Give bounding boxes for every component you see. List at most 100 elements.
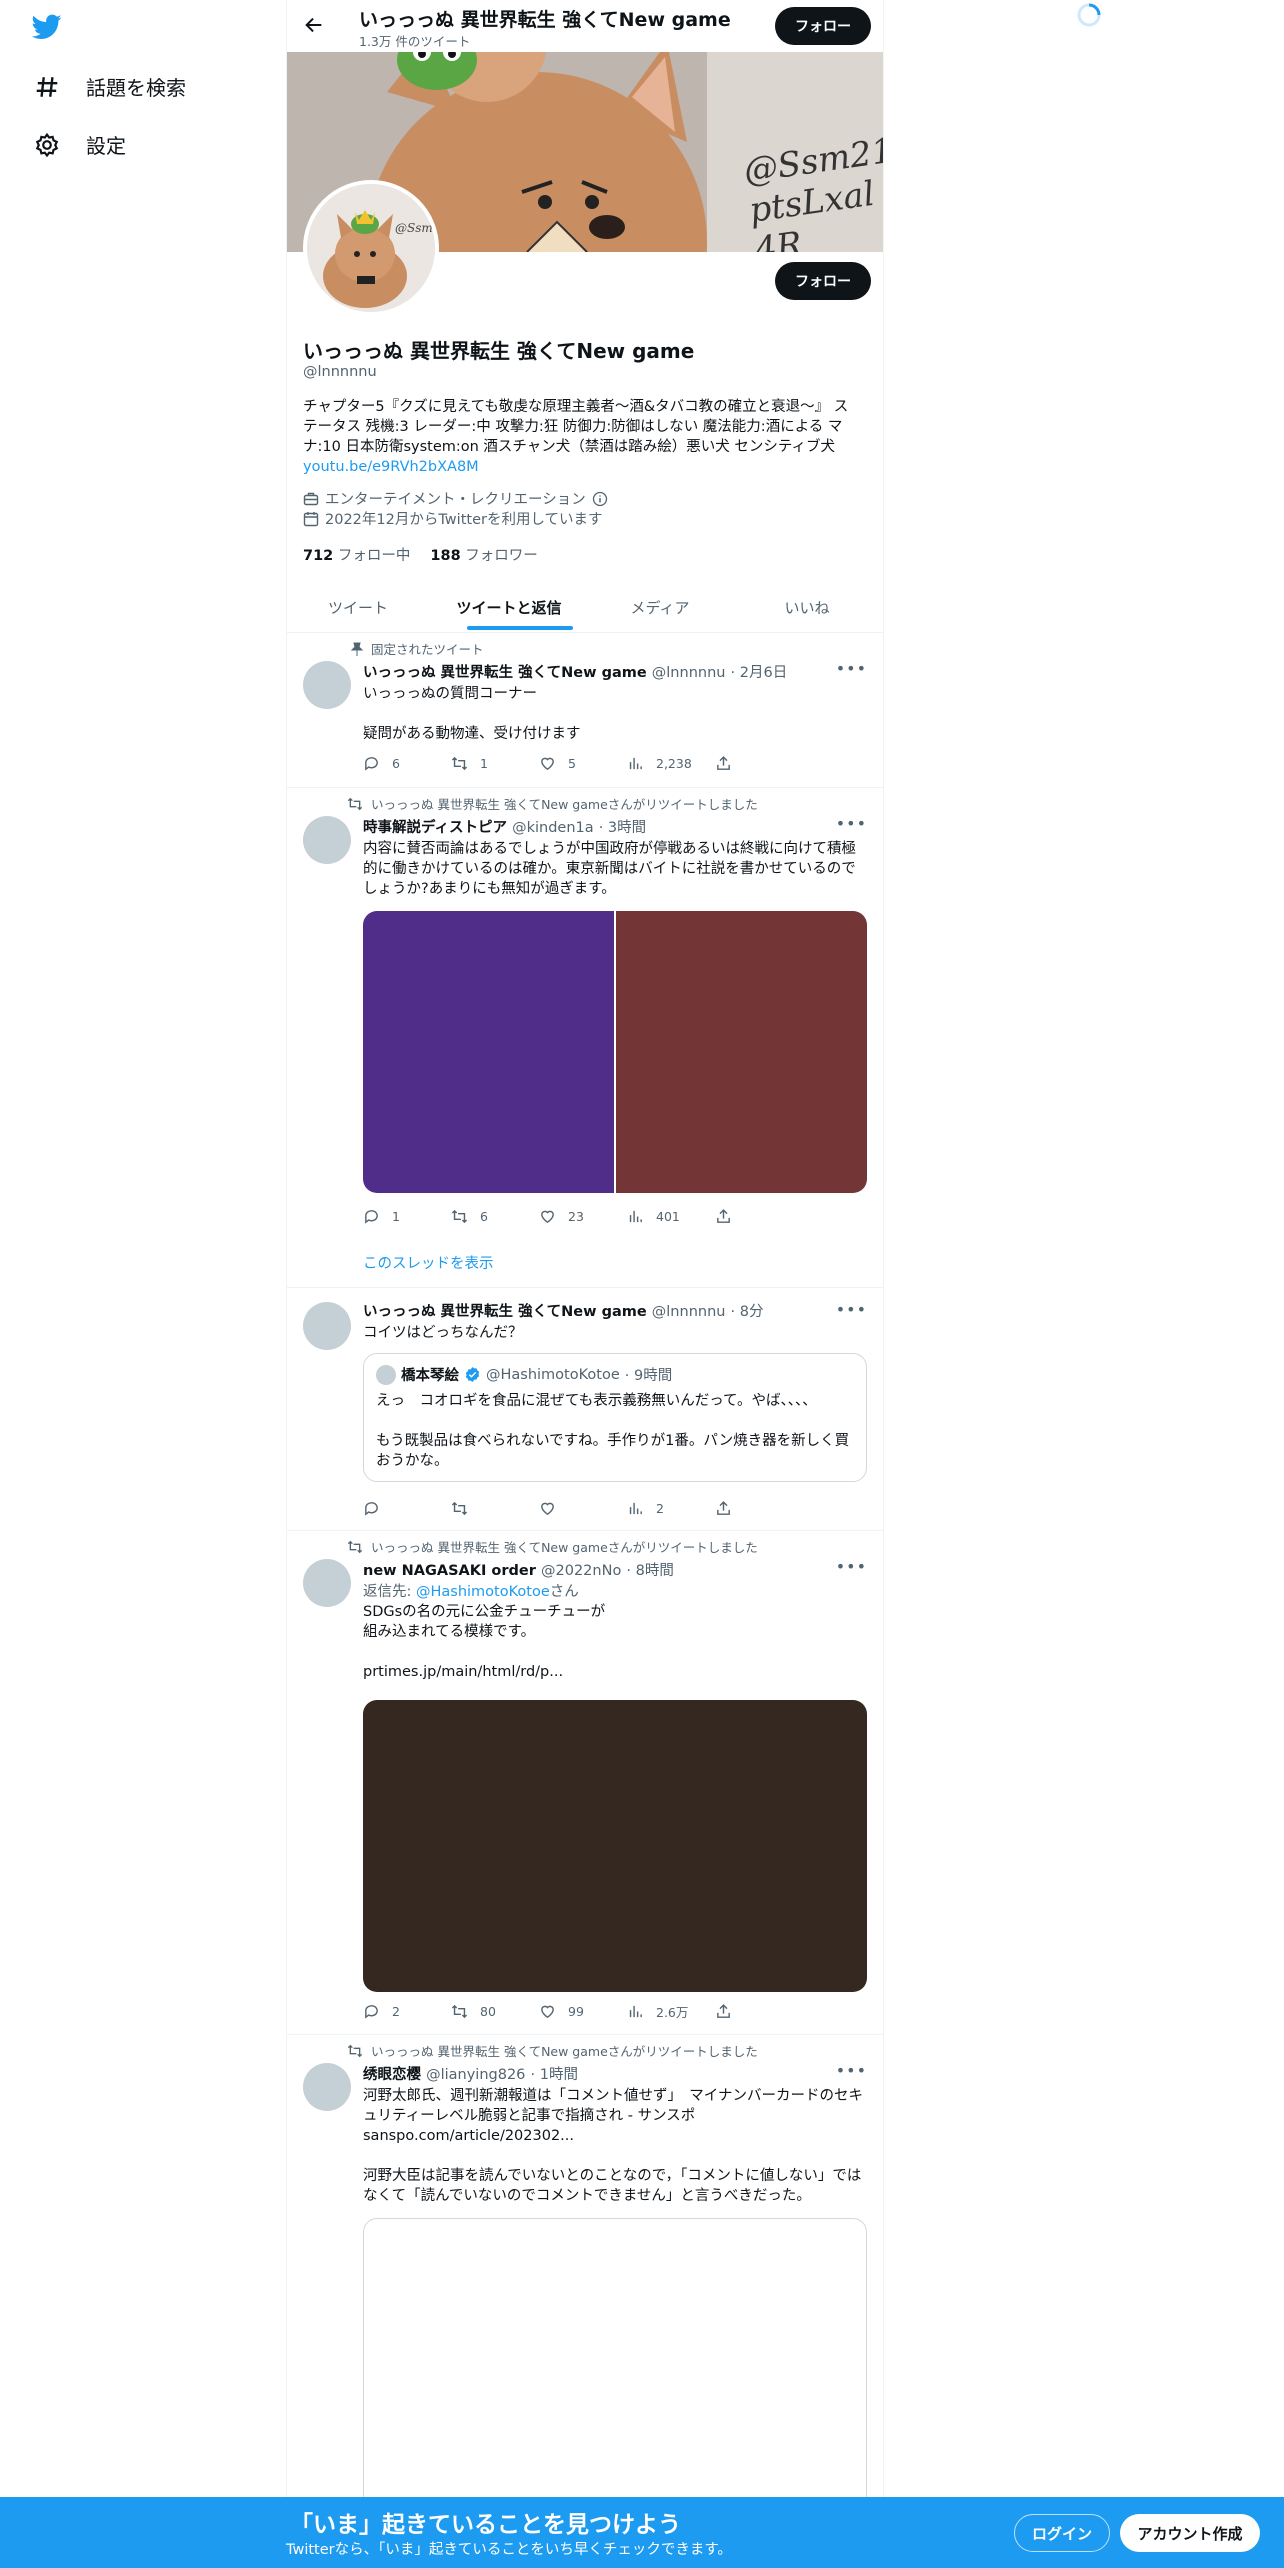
reply-to-line: 返信先: @HashimotoKotoeさん: [363, 1582, 867, 1602]
tweet[interactable]: いっっっぬ 異世界転生 強くてNew gameさんがリツイートしました ••• …: [287, 2035, 883, 2568]
avatar[interactable]: [303, 1302, 351, 1350]
info-icon[interactable]: [592, 491, 608, 507]
tweet-author-handle[interactable]: @2022nNo: [541, 1563, 621, 1579]
login-button[interactable]: ログイン: [1014, 2514, 1110, 2552]
tweet-author-handle[interactable]: @lnnnnnu: [652, 665, 726, 681]
nav-explore-label: 話題を検索: [86, 76, 186, 100]
active-tab-indicator: [467, 626, 573, 630]
avatar[interactable]: [303, 2063, 351, 2111]
tweet-time[interactable]: · 8分: [731, 1304, 764, 1320]
share-button[interactable]: [715, 1498, 803, 1518]
signup-button[interactable]: アカウント作成: [1120, 2514, 1260, 2552]
header-follow-button[interactable]: フォロー: [775, 7, 871, 45]
tweet[interactable]: いっっっぬ 異世界転生 強くてNew gameさんがリツイートしました ••• …: [287, 1531, 883, 2035]
tweet-body: いっっっぬ 異世界転生 強くてNew game @lnnnnnu · 2月6日 …: [363, 661, 867, 744]
gear-icon: [34, 132, 60, 158]
profile-avatar[interactable]: @Ssm: [303, 180, 439, 316]
tweet-author-handle[interactable]: @kinden1a: [512, 820, 594, 836]
profile-header-bar: いっっっぬ 異世界転生 強くてNew game 1.3万 件のツイート フォロー: [287, 0, 883, 52]
tweet-time[interactable]: · 8時間: [626, 1563, 673, 1579]
tweet[interactable]: いっっっぬ 異世界転生 強くてNew gameさんがリツイートしました ••• …: [287, 788, 883, 1288]
tweet-link[interactable]: sanspo.com/article/202302...: [363, 2126, 867, 2146]
tab-likes[interactable]: いいね: [731, 582, 883, 632]
hashtag-icon: [34, 74, 60, 100]
profile-name: いっっっぬ 異世界転生 強くてNew game: [303, 339, 695, 363]
share-button[interactable]: [715, 753, 803, 773]
tweet-actions: 2 80 99 2.6万: [363, 2001, 803, 2021]
nav-explore[interactable]: 話題を検索: [34, 72, 186, 101]
tweet-author-handle[interactable]: @lnnnnnu: [652, 1304, 726, 1320]
share-button[interactable]: [715, 2001, 803, 2021]
twitter-logo-icon[interactable]: [32, 14, 62, 40]
tweet-time[interactable]: · 3時間: [599, 820, 646, 836]
back-arrow-icon[interactable]: [303, 14, 325, 36]
tweet-author-handle[interactable]: @lianying826: [426, 2067, 525, 2083]
reply-button[interactable]: 2: [363, 2001, 451, 2021]
tweet-text: SDGsの名の元に公金チューチューが 組み込まれてる模様です。: [363, 1604, 606, 1640]
tab-tweets-and-replies[interactable]: ツイートと返信: [429, 582, 589, 632]
main-column: いっっっぬ 異世界転生 強くてNew game 1.3万 件のツイート フォロー…: [286, 0, 884, 2568]
reply-button[interactable]: 6: [363, 753, 451, 773]
views-button[interactable]: 2,238: [627, 753, 715, 773]
share-icon: [717, 1500, 730, 1515]
tweet-author-name[interactable]: new NAGASAKI order: [363, 1563, 536, 1579]
tweet-author-name[interactable]: 時事解説ディストピア: [363, 820, 507, 836]
tweet-time[interactable]: · 1時間: [531, 2067, 578, 2083]
tweet-text: コイツはどっちなんだ？: [363, 1325, 523, 1341]
heart-icon: [541, 2005, 554, 2018]
nav-settings[interactable]: 設定: [34, 130, 126, 159]
like-button[interactable]: [539, 1498, 627, 1518]
following-count: 712: [303, 548, 334, 564]
tab-media[interactable]: メディア: [589, 582, 731, 632]
tweet-body: いっっっぬ 異世界転生 強くてNew game @lnnnnnu · 8分 コイ…: [363, 1300, 867, 1482]
retweet-icon: [335, 797, 363, 811]
followers-label: フォロワー: [465, 548, 538, 564]
like-button[interactable]: 99: [539, 2001, 627, 2021]
link-card[interactable]: [363, 2218, 867, 2518]
followers-count: 188: [430, 548, 461, 564]
avatar[interactable]: [303, 816, 351, 864]
media-image[interactable]: [616, 911, 867, 1193]
reply-button[interactable]: 1: [363, 1206, 451, 1226]
tweet[interactable]: 固定されたツイート ••• いっっっぬ 異世界転生 強くてNew game @l…: [287, 633, 883, 788]
views-button[interactable]: 2: [627, 1498, 715, 1518]
retweet-button[interactable]: 80: [451, 2001, 539, 2021]
nav-settings-label: 設定: [86, 134, 126, 158]
tab-tweets[interactable]: ツイート: [287, 582, 429, 632]
tweet-time[interactable]: · 2月6日: [731, 665, 788, 681]
show-thread-link[interactable]: このスレッドを表示: [363, 1252, 494, 1273]
retweet-button[interactable]: [451, 1498, 539, 1518]
retweet-button[interactable]: 6: [451, 1206, 539, 1226]
bio-link[interactable]: youtu.be/e9RVh2bXA8M: [303, 457, 873, 477]
views-button[interactable]: 2.6万: [627, 2001, 715, 2021]
following-stat[interactable]: 712 フォロー中: [303, 544, 410, 565]
quoted-tweet[interactable]: 橋本琴絵 @HashimotoKotoe · 9時間 えっ コオロギを食品に混ぜ…: [363, 1353, 867, 1482]
tweet-media[interactable]: [363, 911, 867, 1193]
avatar[interactable]: [303, 1559, 351, 1607]
views-button[interactable]: 401: [627, 1206, 715, 1226]
profile-follow-button[interactable]: フォロー: [775, 262, 871, 300]
like-button[interactable]: 5: [539, 753, 627, 773]
tweet-author-name[interactable]: 绣眼恋樱: [363, 2067, 421, 2083]
reply-suffix: さん: [549, 1584, 579, 1600]
banner-title: 「いま」起きていることを見つけよう: [290, 2512, 681, 2538]
bio-line: ナ:10 日本防衛system:on 酒スチャン犬（禁酒は踏み絵）悪い犬 センシ…: [303, 439, 836, 455]
media-image[interactable]: [363, 911, 614, 1193]
reply-button[interactable]: [363, 1498, 451, 1518]
quote-avatar: [376, 1364, 396, 1385]
avatar[interactable]: [303, 661, 351, 709]
profile-bio: チャプター5『クズに見えても敬虔な原理主義者〜酒&タバコ教の確立と衰退〜』 ス …: [303, 397, 873, 477]
tweet[interactable]: ••• いっっっぬ 異世界転生 強くてNew game @lnnnnnu · 8…: [287, 1288, 883, 1531]
calendar-icon: [303, 511, 319, 527]
followers-stat[interactable]: 188 フォロワー: [430, 544, 537, 565]
like-button[interactable]: 23: [539, 1206, 627, 1226]
views-icon: [629, 757, 642, 769]
reply-icon: [365, 2004, 378, 2019]
share-button[interactable]: [715, 1206, 803, 1226]
retweet-button[interactable]: 1: [451, 753, 539, 773]
tweet-media[interactable]: [363, 1700, 867, 1992]
tweet-link[interactable]: prtimes.jp/main/html/rd/p...: [363, 1662, 867, 1682]
tweet-author-name[interactable]: いっっっぬ 異世界転生 強くてNew game: [363, 665, 647, 681]
reply-to-handle[interactable]: @HashimotoKotoe: [416, 1584, 550, 1600]
tweet-author-name[interactable]: いっっっぬ 異世界転生 強くてNew game: [363, 1304, 647, 1320]
